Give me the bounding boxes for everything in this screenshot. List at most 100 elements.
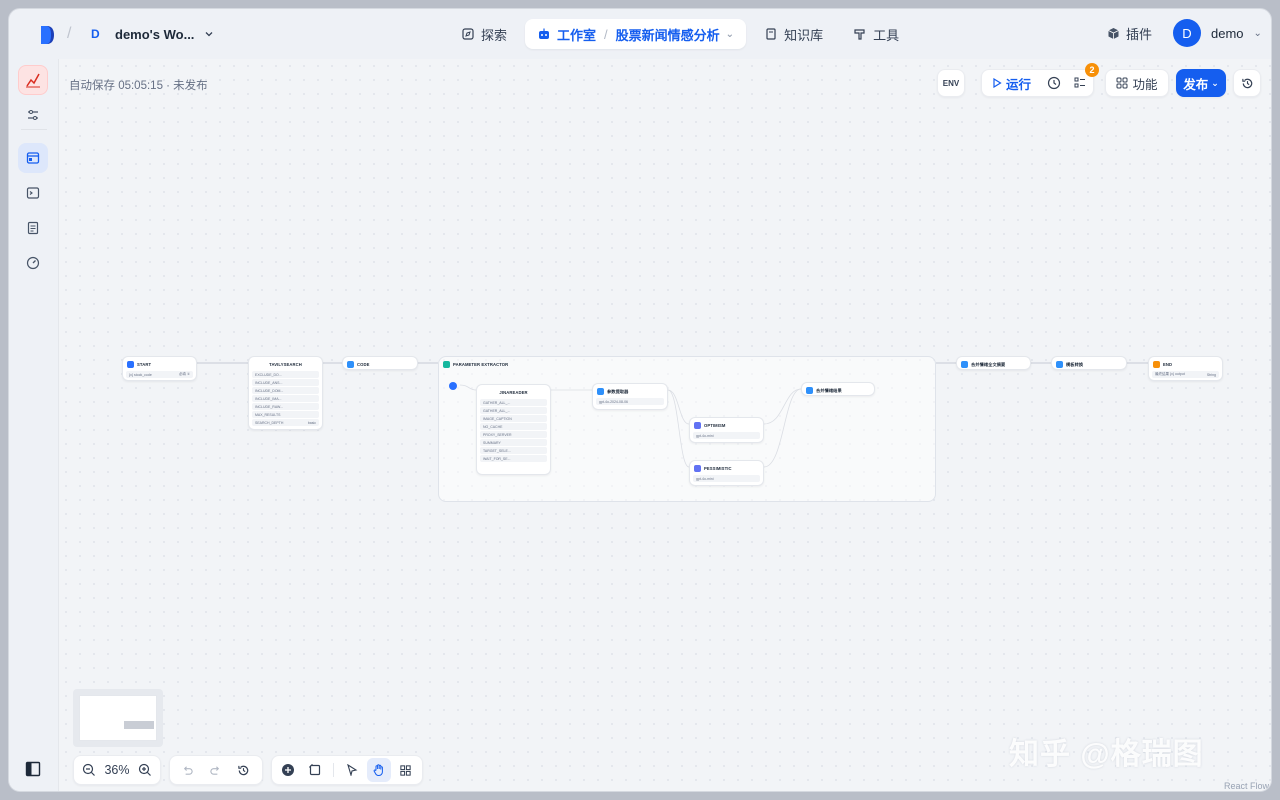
add-note-button[interactable]	[303, 758, 328, 782]
param-row: INCLUDE_RAW...	[252, 403, 319, 410]
plugins-link[interactable]: 插件	[1107, 24, 1152, 43]
param-row: SUMMARY	[480, 439, 547, 446]
node-merge-results[interactable]: 合并情绪结果	[801, 382, 875, 396]
param-row: INCLUDE_IMA...	[252, 395, 319, 402]
node-param-extractor-llm[interactable]: 参数提取器 gpt-4o-2024-08-06	[592, 383, 668, 410]
features-toolbar: 功能	[1105, 69, 1169, 97]
param-name: SEARCH_DEPTH	[255, 420, 284, 425]
sidebar-item-monitoring[interactable]	[18, 248, 48, 278]
workflow-canvas[interactable]: 自动保存 05:05:15 · 未发布 ENV 运行 2 功能 发布 ⌄ STA…	[59, 59, 1271, 791]
param-row: GATHER_ALL_...	[480, 399, 547, 406]
app-icon-button[interactable]	[18, 65, 48, 95]
pointer-mode-button[interactable]	[340, 758, 365, 782]
nav-tools[interactable]: 工具	[841, 19, 911, 49]
node-title: 模板转换	[1066, 361, 1084, 367]
node-jina-reader[interactable]: JINAREADER GATHER_ALL_... GATHER_ALL_...…	[476, 384, 551, 475]
minimap-node	[124, 721, 154, 729]
param-value: basic	[307, 420, 316, 425]
checklist-button[interactable]: 2	[1067, 63, 1100, 96]
user-name: demo	[1211, 25, 1244, 41]
history-controls	[169, 755, 263, 785]
workspace-avatar: D	[91, 27, 100, 41]
env-button[interactable]: ENV	[937, 69, 965, 97]
document-icon	[27, 221, 39, 235]
undo-button[interactable]	[174, 758, 200, 782]
add-node-button[interactable]	[276, 758, 301, 782]
history-button[interactable]	[230, 758, 256, 782]
cube-icon	[1108, 28, 1119, 39]
redo-icon	[209, 765, 219, 775]
param-row: INCLUDE_DOM...	[252, 387, 319, 394]
nav-studio[interactable]: 工作室 / 股票新闻情感分析 ⌄	[525, 19, 747, 49]
dify-logo-icon[interactable]	[39, 25, 55, 45]
features-button[interactable]: 功能	[1105, 69, 1169, 97]
node-title: JINAREADER	[499, 390, 528, 395]
node-pessimistic[interactable]: PESSIMISTIC gpt-4o-mini	[689, 460, 764, 486]
node-header: START	[123, 357, 196, 370]
undo-icon	[183, 765, 193, 775]
run-button[interactable]: 运行	[982, 70, 1041, 96]
node-header: PARAMETER EXTRACTOR	[439, 357, 935, 370]
nav-knowledge-label: 知识库	[784, 27, 824, 43]
settings-sliders-button[interactable]	[18, 100, 48, 130]
panel-toggle-icon[interactable]	[25, 761, 41, 777]
checklist-icon	[1074, 77, 1086, 88]
node-variable-row: {x} stock_code 必填 ①	[126, 371, 193, 378]
hand-icon	[373, 764, 383, 776]
redo-button[interactable]	[202, 758, 228, 782]
node-title: 合并情绪结果	[816, 387, 842, 393]
publish-button[interactable]: 发布 ⌄	[1176, 69, 1226, 97]
layout-icon	[400, 764, 411, 776]
sidebar-item-orchestrate[interactable]	[18, 143, 48, 173]
node-title: PARAMETER EXTRACTOR	[453, 362, 509, 367]
top-bar: / D demo's Wo... 探索 工作室 / 股票新闻情感分析 ⌄ 知识库	[9, 9, 1271, 59]
param-row: MAX_RESULTS	[252, 411, 319, 418]
clock-play-icon	[1047, 76, 1061, 90]
run-history-button[interactable]	[1041, 70, 1067, 96]
hand-mode-button[interactable]	[366, 758, 392, 782]
node-header: 模板转换	[1052, 357, 1126, 370]
zoom-level[interactable]: 36%	[102, 763, 131, 777]
run-label: 运行	[1006, 77, 1032, 92]
node-optimism[interactable]: OPTIMISM gpt-4o-mini	[689, 417, 764, 443]
node-end[interactable]: END 最终结果 {x} output String	[1148, 356, 1223, 381]
node-merge-summary[interactable]: 合并情绪全文摘要	[956, 356, 1031, 370]
compass-icon	[462, 28, 474, 40]
user-menu[interactable]: D demo ⌄	[1173, 19, 1262, 47]
workspace-switcher[interactable]: D demo's Wo...	[85, 21, 220, 47]
nav-separator: /	[604, 26, 608, 42]
current-app-name[interactable]: 股票新闻情感分析	[616, 25, 720, 44]
nav-knowledge[interactable]: 知识库	[752, 19, 835, 49]
sidebar-item-api[interactable]	[18, 178, 48, 208]
cursor-icon	[347, 764, 358, 776]
output-type: String	[1206, 372, 1216, 377]
variable-aggregator-icon	[806, 387, 813, 394]
workflow-icon	[26, 152, 40, 164]
param-row: PROXY_SERVER	[480, 431, 547, 438]
robot-icon	[539, 28, 550, 39]
chevron-down-icon	[205, 32, 213, 37]
node-header: JINAREADER	[477, 385, 550, 398]
nav-explore[interactable]: 探索	[449, 19, 519, 49]
node-template-transform[interactable]: 模板转换	[1051, 356, 1127, 370]
version-history-button[interactable]	[1233, 69, 1261, 97]
template-icon	[1056, 361, 1063, 368]
minimap[interactable]	[73, 689, 163, 747]
node-title: 合并情绪全文摘要	[971, 361, 1006, 367]
react-flow-attribution[interactable]: React Flow	[1224, 781, 1269, 791]
node-tavily-search[interactable]: TAVILYSEARCH EXCLUDE_DO... INCLUDE_ANS..…	[248, 356, 323, 430]
node-title: CODE	[357, 362, 370, 367]
model-row: gpt-4o-mini	[693, 475, 760, 482]
llm-icon	[694, 465, 701, 472]
iteration-start-icon	[449, 382, 457, 390]
organize-layout-button[interactable]	[393, 758, 418, 782]
node-header: PESSIMISTIC	[690, 461, 763, 474]
node-title: PESSIMISTIC	[704, 466, 732, 471]
sidebar-item-logs[interactable]	[18, 213, 48, 243]
zoom-in-button[interactable]	[134, 758, 156, 782]
node-start[interactable]: START {x} stock_code 必填 ①	[122, 356, 197, 381]
node-code[interactable]: CODE	[342, 356, 418, 370]
node-header: OPTIMISM	[690, 418, 763, 431]
chevron-down-icon[interactable]: ⌄	[726, 29, 734, 40]
zoom-out-button[interactable]	[78, 758, 100, 782]
